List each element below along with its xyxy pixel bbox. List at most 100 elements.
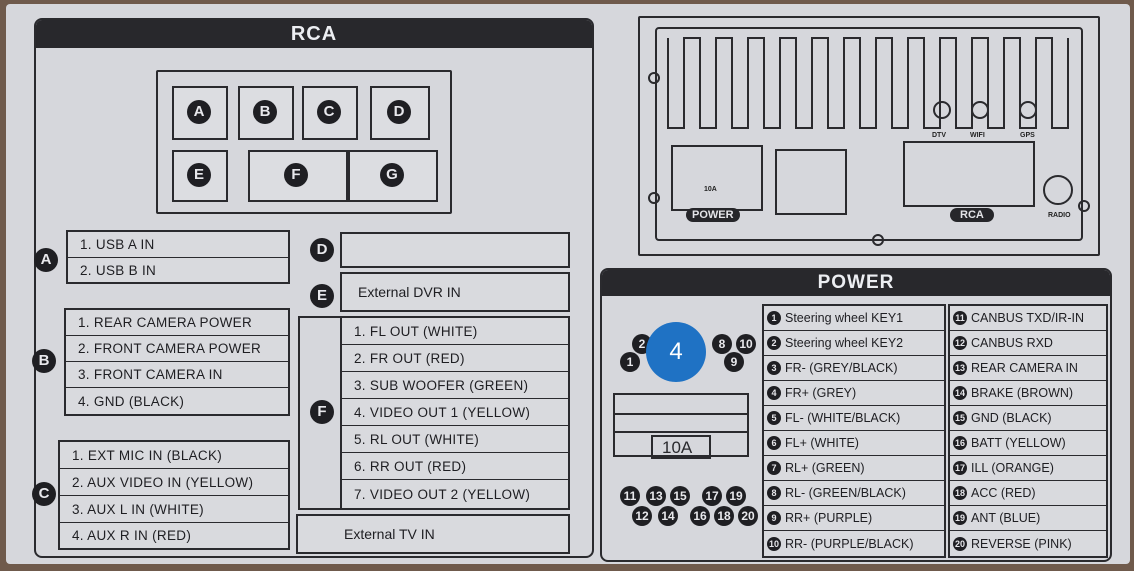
section-f-row: 1. FL OUT (WHITE)	[342, 318, 568, 345]
pin-row: 5 FL- (WHITE/BLACK)	[764, 406, 944, 431]
rca-port-e: E	[172, 150, 228, 202]
pin-row: 15 GND (BLACK)	[950, 406, 1106, 431]
section-a-table: 1. USB A IN 2. USB B IN	[66, 230, 290, 284]
pin-row: 14 BRAKE (BROWN)	[950, 381, 1106, 406]
rca-port-b: B	[238, 86, 294, 140]
section-c-row: 3. AUX L IN (WHITE)	[60, 496, 288, 523]
power-connector: 10A	[612, 384, 752, 482]
section-f-row: 3. SUB WOOFER (GREEN)	[342, 372, 568, 399]
pin-label: FL- (WHITE/BLACK)	[785, 411, 901, 425]
pin-15: 15	[670, 486, 690, 506]
pin-label: REAR CAMERA IN	[971, 361, 1078, 375]
pin-label: GND (BLACK)	[971, 411, 1052, 425]
pin-number: 8	[767, 486, 781, 500]
pin-label: CANBUS RXD	[971, 336, 1053, 350]
section-c-badge: C	[32, 482, 56, 506]
pin-row: 4 FR+ (GREY)	[764, 381, 944, 406]
step-marker-badge[interactable]: 4	[646, 322, 706, 382]
pin-19: 19	[726, 486, 746, 506]
pin-17: 17	[702, 486, 722, 506]
section-e-field: External DVR IN	[340, 272, 570, 312]
unit-power-tag: POWER	[686, 208, 740, 222]
pin-row: 12 CANBUS RXD	[950, 331, 1106, 356]
pin-number: 4	[767, 386, 781, 400]
pin-8: 8	[712, 334, 732, 354]
pin-row: 18 ACC (RED)	[950, 481, 1106, 506]
section-e-text: External DVR IN	[358, 284, 461, 300]
pin-label: RR- (PURPLE/BLACK)	[785, 536, 914, 551]
section-b-row: 1. REAR CAMERA POWER	[66, 310, 288, 336]
pin-12: 12	[632, 506, 652, 526]
pin-row: 7 RL+ (GREEN)	[764, 456, 944, 481]
pin-row: 8 RL- (GREEN/BLACK)	[764, 481, 944, 506]
pin-number: 20	[953, 536, 967, 551]
pin-number: 3	[767, 361, 781, 375]
rca-port-f: F	[248, 150, 348, 202]
pin-number: 12	[953, 336, 967, 350]
power-title: POWER	[602, 270, 1110, 296]
pin-number: 16	[953, 436, 967, 450]
section-b-row: 4. GND (BLACK)	[78, 393, 185, 409]
pin-1: 1	[620, 352, 640, 372]
section-c-table: 1. EXT MIC IN (BLACK) 2. AUX VIDEO IN (Y…	[58, 440, 290, 550]
section-b-row: 2. FRONT CAMERA POWER	[66, 336, 288, 362]
pin-label: FL+ (WHITE)	[785, 436, 859, 450]
unit-wifi-label: WIFI	[970, 132, 985, 139]
pin-row: 9 RR+ (PURPLE)	[764, 506, 944, 531]
pin-row: 10 RR- (PURPLE/BLACK)	[764, 531, 944, 556]
section-f-bracket	[298, 316, 340, 510]
section-f-row: 4. VIDEO OUT 1 (YELLOW)	[342, 399, 568, 426]
pin-row: 19 ANT (BLUE)	[950, 506, 1106, 531]
pin-row: 6 FL+ (WHITE)	[764, 431, 944, 456]
section-e-badge: E	[310, 284, 334, 308]
rca-port-g: G	[348, 150, 438, 202]
rca-port-a: A	[172, 86, 228, 140]
pin-number: 17	[953, 461, 967, 475]
pin-20: 20	[738, 506, 758, 526]
pin-label: BATT (YELLOW)	[971, 436, 1066, 450]
wiring-label-sheet: RCA A B C D E F G A 1. USB A IN 2. USB B…	[6, 4, 1130, 564]
rca-ports-diagram: A B C D E F G	[156, 70, 452, 214]
pin-number: 7	[767, 461, 781, 475]
section-a-row: 2. USB B IN	[80, 262, 157, 278]
pin-label: CANBUS TXD/IR-IN	[971, 311, 1084, 325]
pin-label: Steering wheel KEY1	[785, 311, 904, 325]
pin-number: 9	[767, 511, 781, 525]
pin-row: 16 BATT (YELLOW)	[950, 431, 1106, 456]
section-f-table: 1. FL OUT (WHITE) 2. FR OUT (RED) 3. SUB…	[340, 316, 570, 510]
pin-number: 6	[767, 436, 781, 450]
rca-title: RCA	[36, 20, 592, 48]
section-f-row: 2. FR OUT (RED)	[342, 345, 568, 372]
pin-row: 20 REVERSE (PINK)	[950, 531, 1106, 556]
pin-16: 16	[690, 506, 710, 526]
unit-gps-label: GPS	[1020, 132, 1035, 139]
pin-number: 2	[767, 336, 781, 350]
pin-label: RR+ (PURPLE)	[785, 511, 873, 525]
pin-11: 11	[620, 486, 640, 506]
unit-radio-label: RADIO	[1048, 212, 1071, 219]
section-f-row: 6. RR OUT (RED)	[342, 453, 568, 480]
pin-row: 11 CANBUS TXD/IR-IN	[950, 306, 1106, 331]
pin-row: 13 REAR CAMERA IN	[950, 356, 1106, 381]
pin-number: 10	[767, 536, 781, 551]
pin-label: FR- (GREY/BLACK)	[785, 361, 898, 375]
unit-fuse-label: 10A	[704, 186, 717, 193]
pin-9: 9	[724, 352, 744, 372]
head-unit-diagram: 10A POWER RCA DTV WIFI GPS RADIO	[638, 16, 1100, 256]
section-c-row: 2. AUX VIDEO IN (YELLOW)	[60, 469, 288, 496]
power-pins-right-table: 11 CANBUS TXD/IR-IN 12 CANBUS RXD 13 REAR C…	[948, 304, 1108, 558]
pin-row: 1 Steering wheel KEY1	[764, 306, 944, 331]
pin-row: 17 ILL (ORANGE)	[950, 456, 1106, 481]
section-f-row: 7. VIDEO OUT 2 (YELLOW)	[354, 486, 531, 502]
pin-label: FR+ (GREY)	[785, 386, 857, 400]
section-d-badge: D	[310, 238, 334, 262]
section-b-badge: B	[32, 349, 56, 373]
section-c-row: 4. AUX R IN (RED)	[72, 528, 192, 543]
pin-number: 1	[767, 311, 781, 325]
pin-label: ILL (ORANGE)	[971, 461, 1054, 475]
pin-label: ACC (RED)	[971, 486, 1036, 500]
pin-number: 14	[953, 386, 967, 400]
rca-port-d: D	[370, 86, 430, 140]
pin-number: 11	[953, 311, 967, 325]
pin-14: 14	[658, 506, 678, 526]
